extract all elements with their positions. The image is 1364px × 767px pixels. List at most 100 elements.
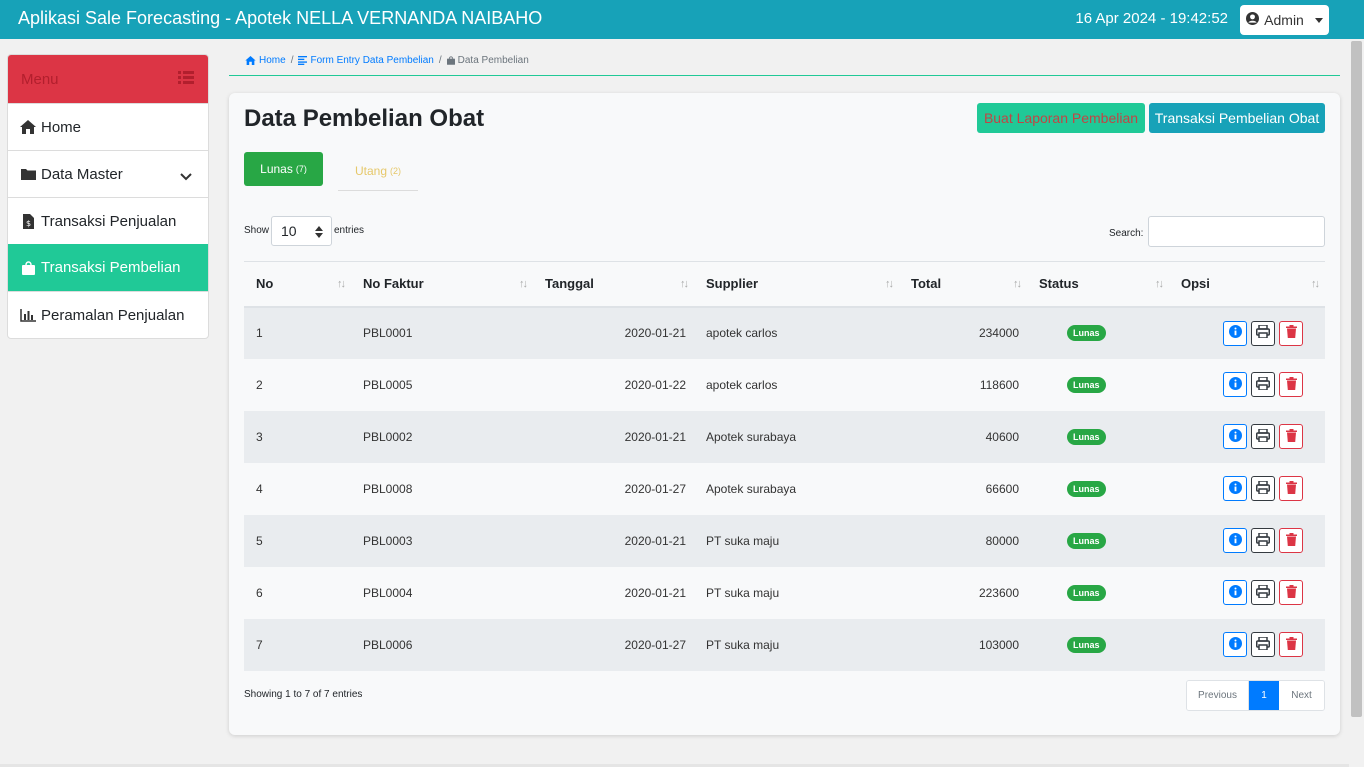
column-header-total[interactable]: Total ↑↓ [899, 261, 1027, 308]
cell-status: Lunas [1027, 618, 1169, 671]
trash-icon [1285, 584, 1297, 601]
trash-icon [1285, 428, 1297, 445]
sidebar-item-peramalan-penjualan[interactable]: Peramalan Penjualan [8, 291, 208, 338]
top-navbar: Aplikasi Sale Forecasting - Apotek NELLA… [0, 0, 1364, 39]
table-row: 1 PBL0001 2020-01-21 apotek carlos 234000 Lun… [244, 306, 1325, 359]
cell-opsi [1169, 410, 1325, 463]
column-header-no-faktur[interactable]: No Faktur ↑↓ [351, 261, 533, 308]
delete-button[interactable] [1279, 424, 1303, 449]
detail-button[interactable] [1223, 528, 1247, 553]
user-circle-icon [1246, 12, 1260, 28]
delete-button[interactable] [1279, 528, 1303, 553]
tab-lunas-label: Lunas [260, 162, 293, 176]
sidebar-item-label: Transaksi Penjualan [41, 212, 177, 230]
status-badge: Lunas [1067, 636, 1106, 653]
breadcrumb-form-link[interactable]: Form Entry Data Pembelian [298, 55, 434, 66]
tab-lunas[interactable]: Lunas (7) [244, 152, 323, 186]
cell-no: 6 [256, 585, 263, 600]
cell-opsi [1169, 514, 1325, 567]
trash-icon [1285, 480, 1297, 497]
sort-icon: ↑↓ [337, 278, 346, 290]
detail-button[interactable] [1223, 476, 1247, 501]
search-input[interactable] [1148, 216, 1325, 247]
sidebar-item-label: Home [41, 118, 82, 136]
cell-no-faktur: PBL0008 [363, 481, 413, 496]
delete-button[interactable] [1279, 320, 1303, 346]
cell-no: 3 [244, 410, 351, 463]
detail-button[interactable] [1223, 372, 1247, 397]
sidebar-item-home[interactable]: Home [8, 103, 208, 150]
table-body: 1 PBL0001 2020-01-21 apotek carlos 234000 Lun… [244, 306, 1325, 671]
align-left-icon [298, 56, 308, 65]
delete-button[interactable] [1279, 580, 1303, 605]
detail-button[interactable] [1223, 424, 1247, 449]
main-card: Data Pembelian Obat Buat Laporan Pembeli… [229, 93, 1340, 735]
cell-opsi [1169, 567, 1325, 619]
breadcrumb-home-label: Home [259, 55, 286, 66]
print-button[interactable] [1251, 528, 1275, 553]
column-header-no[interactable]: No ↑↓ [244, 261, 351, 308]
cell-total: 66600 [985, 481, 1019, 496]
scrollbar-thumb[interactable] [1351, 41, 1362, 717]
cell-tanggal: 2020-01-27 [624, 481, 686, 496]
print-button[interactable] [1251, 580, 1275, 605]
tab-utang[interactable]: Utang (2) [338, 152, 418, 191]
pagination-page[interactable]: 1 [1249, 681, 1279, 710]
print-button[interactable] [1251, 372, 1275, 397]
cell-opsi [1169, 306, 1325, 359]
delete-button[interactable] [1279, 476, 1303, 501]
cell-tanggal: 2020-01-21 [624, 585, 686, 600]
print-button[interactable] [1251, 632, 1275, 657]
list-icon[interactable] [178, 71, 194, 84]
column-header-tanggal[interactable]: Tanggal ↑↓ [533, 261, 694, 308]
create-report-button[interactable]: Buat Laporan Pembelian [977, 103, 1145, 133]
sidebar-item-transaksi-penjualan[interactable]: $ Transaksi Penjualan [8, 197, 208, 244]
column-header-opsi[interactable]: Opsi ↑↓ [1169, 261, 1325, 308]
breadcrumb-home-link[interactable]: Home [245, 55, 286, 66]
status-badge: Lunas [1067, 428, 1106, 445]
delete-button[interactable] [1279, 372, 1303, 397]
cell-supplier: Apotek surabaya [706, 481, 797, 496]
cell-supplier: apotek carlos [706, 377, 778, 392]
column-header-label: Status [1039, 276, 1079, 292]
home-icon [20, 119, 36, 135]
print-icon [1256, 427, 1270, 445]
cell-supplier: PT suka maju [694, 618, 899, 671]
print-icon [1256, 583, 1270, 601]
cell-no: 1 [244, 306, 351, 359]
cell-status: Lunas [1027, 514, 1169, 567]
shopping-bag-icon [20, 260, 36, 276]
sort-icon: ↑↓ [519, 278, 528, 290]
cell-status: Lunas [1027, 463, 1169, 515]
delete-button[interactable] [1279, 632, 1303, 657]
column-header-label: Tanggal [545, 276, 594, 292]
detail-button[interactable] [1223, 580, 1247, 605]
pagination-next[interactable]: Next [1279, 681, 1324, 710]
pagination-previous[interactable]: Previous [1187, 681, 1249, 710]
column-header-supplier[interactable]: Supplier ↑↓ [694, 261, 899, 308]
print-button[interactable] [1251, 424, 1275, 449]
cell-status: Lunas [1027, 567, 1169, 619]
status-badge: Lunas [1067, 376, 1106, 393]
sidebar-item-data-master[interactable]: Data Master [8, 150, 208, 197]
info-icon [1228, 584, 1242, 601]
cell-opsi [1169, 618, 1325, 671]
trash-icon [1285, 532, 1297, 549]
entries-length-select[interactable]: 10 [271, 216, 332, 246]
table-row: 6 PBL0004 2020-01-21 PT suka maju 223600 Luna… [244, 567, 1325, 619]
vertical-scrollbar[interactable] [1349, 39, 1364, 767]
column-header-status[interactable]: Status ↑↓ [1027, 261, 1169, 308]
print-button[interactable] [1251, 320, 1275, 346]
print-button[interactable] [1251, 476, 1275, 501]
sidebar-item-transaksi-pembelian[interactable]: Transaksi Pembelian [8, 244, 208, 291]
trash-icon [1285, 376, 1297, 393]
admin-dropdown-button[interactable]: Admin [1240, 5, 1329, 35]
breadcrumb-separator: / [290, 55, 294, 66]
detail-button[interactable] [1223, 632, 1247, 657]
info-icon [1228, 428, 1242, 445]
purchase-transaction-button[interactable]: Transaksi Pembelian Obat [1149, 103, 1325, 133]
admin-label: Admin [1264, 12, 1304, 28]
detail-button[interactable] [1223, 320, 1247, 346]
column-header-label: Opsi [1181, 276, 1210, 292]
info-icon [1228, 376, 1242, 393]
